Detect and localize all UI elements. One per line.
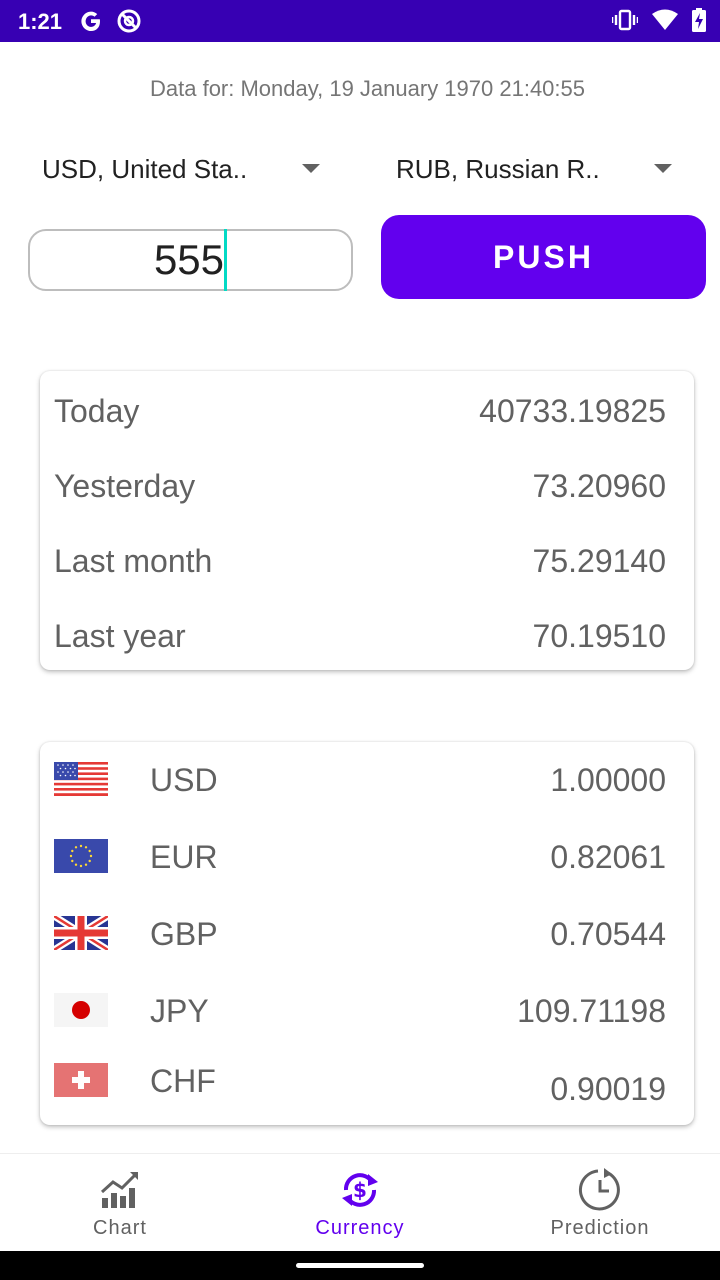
status-time: 1:21: [18, 9, 63, 34]
no-disturb-icon: [117, 9, 141, 33]
rate-row-last-year: Last year 70.19510: [40, 610, 694, 660]
rate-value: 70.19510: [532, 618, 666, 654]
wifi-icon: [652, 9, 678, 30]
nav-item-chart[interactable]: Chart: [0, 1154, 240, 1252]
us-flag-icon: [54, 762, 108, 796]
currency-code: JPY: [150, 993, 209, 1029]
rate-row-yesterday: Yesterday 73.20960: [40, 460, 694, 510]
status-icons: [612, 8, 706, 32]
rate-value: 75.29140: [532, 543, 666, 579]
rate-label: Last year: [54, 618, 186, 654]
chart-icon: [100, 1172, 138, 1208]
list-item-eur[interactable]: EUR 0.82061: [40, 839, 694, 895]
amount-input[interactable]: 555: [28, 228, 353, 291]
nav-label: Currency: [315, 1217, 405, 1239]
chevron-down-icon: [302, 164, 320, 173]
chevron-down-icon: [654, 164, 672, 173]
rate-row-last-month: Last month 75.29140: [40, 535, 694, 585]
rate-value: 73.20960: [532, 468, 666, 504]
svg-text:$: $: [353, 1178, 367, 1202]
currency-value: 1.00000: [550, 762, 666, 798]
rate-label: Yesterday: [54, 468, 196, 504]
currency-value: 0.82061: [550, 839, 666, 875]
battery-charging-icon: [692, 8, 706, 32]
jp-flag-icon: [54, 993, 108, 1027]
push-button[interactable]: PUSH: [381, 215, 706, 299]
google-icon: [81, 11, 100, 31]
currency-value: 0.90019: [550, 1071, 666, 1107]
status-bar: 1:21: [0, 0, 720, 42]
currency-code: CHF: [150, 1063, 216, 1099]
bottom-navigation: Chart $ Currency Prediction: [0, 1153, 720, 1251]
clock-history-icon: [578, 1168, 620, 1211]
currency-code: USD: [150, 762, 218, 798]
rate-label: Last month: [54, 543, 213, 579]
nav-label: Chart: [93, 1217, 147, 1239]
list-item-chf[interactable]: CHF 0.90019: [40, 1063, 694, 1119]
to-currency-dropdown[interactable]: RUB, Russian R..: [396, 150, 686, 188]
data-timestamp: Data for: Monday, 19 January 1970 21:40:…: [150, 76, 585, 101]
home-gesture-handle[interactable]: [296, 1263, 424, 1268]
rate-row-today: Today 40733.19825: [40, 385, 694, 435]
list-item-jpy[interactable]: JPY 109.71198: [40, 993, 694, 1049]
currency-code: GBP: [150, 916, 218, 952]
nav-item-prediction[interactable]: Prediction: [480, 1154, 720, 1252]
text-caret: [224, 228, 228, 291]
currency-list-card: USD 1.00000 EUR 0.82061 GBP 0.70544 JPY …: [40, 742, 694, 1125]
to-currency-value: RUB, Russian R..: [396, 153, 600, 184]
from-currency-value: USD, United Sta..: [42, 153, 248, 184]
rate-value: 40733.19825: [479, 393, 666, 429]
nav-item-currency[interactable]: $ Currency: [240, 1154, 480, 1252]
nav-label: Prediction: [550, 1217, 650, 1239]
rates-card: Today 40733.19825 Yesterday 73.20960 Las…: [40, 371, 694, 670]
currency-exchange-icon: $: [342, 1173, 378, 1207]
list-item-usd[interactable]: USD 1.00000: [40, 762, 694, 818]
uk-flag-icon: [54, 916, 108, 950]
eu-flag-icon: [54, 839, 108, 873]
from-currency-dropdown[interactable]: USD, United Sta..: [42, 150, 332, 188]
amount-value: 555: [153, 236, 225, 283]
currency-value: 109.71198: [517, 993, 666, 1029]
gesture-bar: [0, 1251, 720, 1280]
ch-flag-icon: [54, 1063, 108, 1097]
currency-value: 0.70544: [550, 916, 666, 952]
vibrate-icon: [612, 9, 638, 31]
currency-code: EUR: [150, 839, 218, 875]
rate-label: Today: [54, 393, 140, 429]
list-item-gbp[interactable]: GBP 0.70544: [40, 916, 694, 972]
